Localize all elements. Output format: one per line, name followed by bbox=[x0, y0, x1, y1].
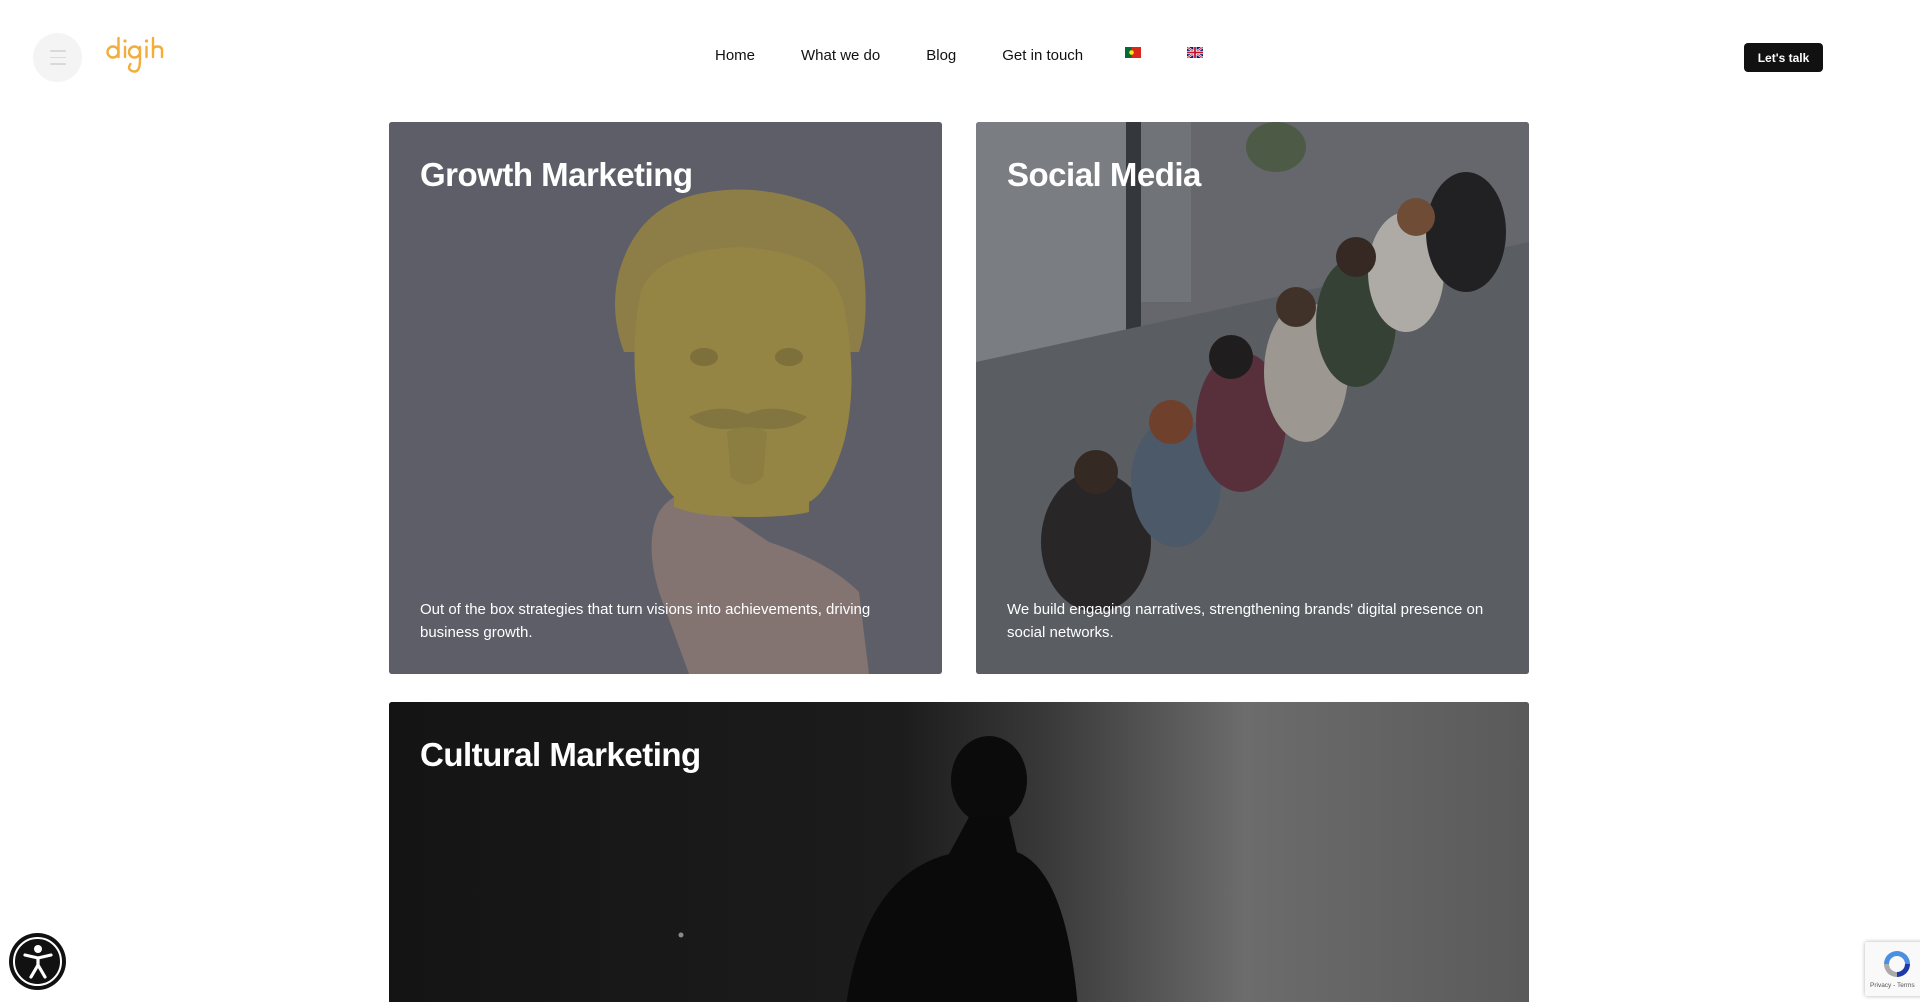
recaptcha-terms[interactable]: Privacy - Terms bbox=[1870, 982, 1915, 989]
nav-link-blog[interactable]: Blog bbox=[926, 46, 956, 66]
card-description: Out of the box strategies that turn visi… bbox=[420, 601, 871, 641]
card-description: We build engaging narratives, strengthen… bbox=[1007, 601, 1484, 641]
service-card-cultural-marketing[interactable]: Cultural Marketing bbox=[389, 702, 1529, 1002]
nav-link-get-in-touch[interactable]: Get in touch bbox=[1002, 46, 1083, 66]
recaptcha-icon bbox=[1884, 951, 1910, 977]
service-card-growth-marketing[interactable]: Growth Marketing Out of the box strategi… bbox=[389, 122, 942, 674]
menu-line bbox=[49, 50, 66, 52]
card-overlay bbox=[976, 122, 1529, 674]
nav-link-home[interactable]: Home bbox=[715, 46, 755, 66]
menu-line bbox=[49, 63, 66, 65]
main-nav: Home What we do Blog Get in touch bbox=[715, 46, 1129, 66]
card-overlay bbox=[389, 122, 942, 674]
accessibility-icon bbox=[22, 944, 53, 979]
portugal-flag-icon[interactable] bbox=[1125, 47, 1141, 58]
digih-logo[interactable] bbox=[106, 34, 166, 76]
menu-line bbox=[49, 56, 66, 59]
card-title: Cultural Marketing bbox=[420, 736, 701, 773]
card-title: Social Media bbox=[1007, 156, 1201, 193]
uk-flag-icon[interactable] bbox=[1187, 47, 1203, 58]
card-title: Growth Marketing bbox=[420, 156, 693, 193]
lets-talk-button[interactable]: Let's talk bbox=[1744, 43, 1823, 72]
site-header: Home What we do Blog Get in touch Let's … bbox=[0, 0, 1920, 114]
nav-link-what-we-do[interactable]: What we do bbox=[801, 46, 880, 66]
recaptcha-badge[interactable]: Privacy - Terms bbox=[1865, 942, 1920, 996]
service-card-social-media[interactable]: Social Media We build engaging narrative… bbox=[976, 122, 1529, 674]
accessibility-button[interactable] bbox=[9, 933, 66, 990]
hamburger-menu-button[interactable] bbox=[33, 33, 82, 82]
